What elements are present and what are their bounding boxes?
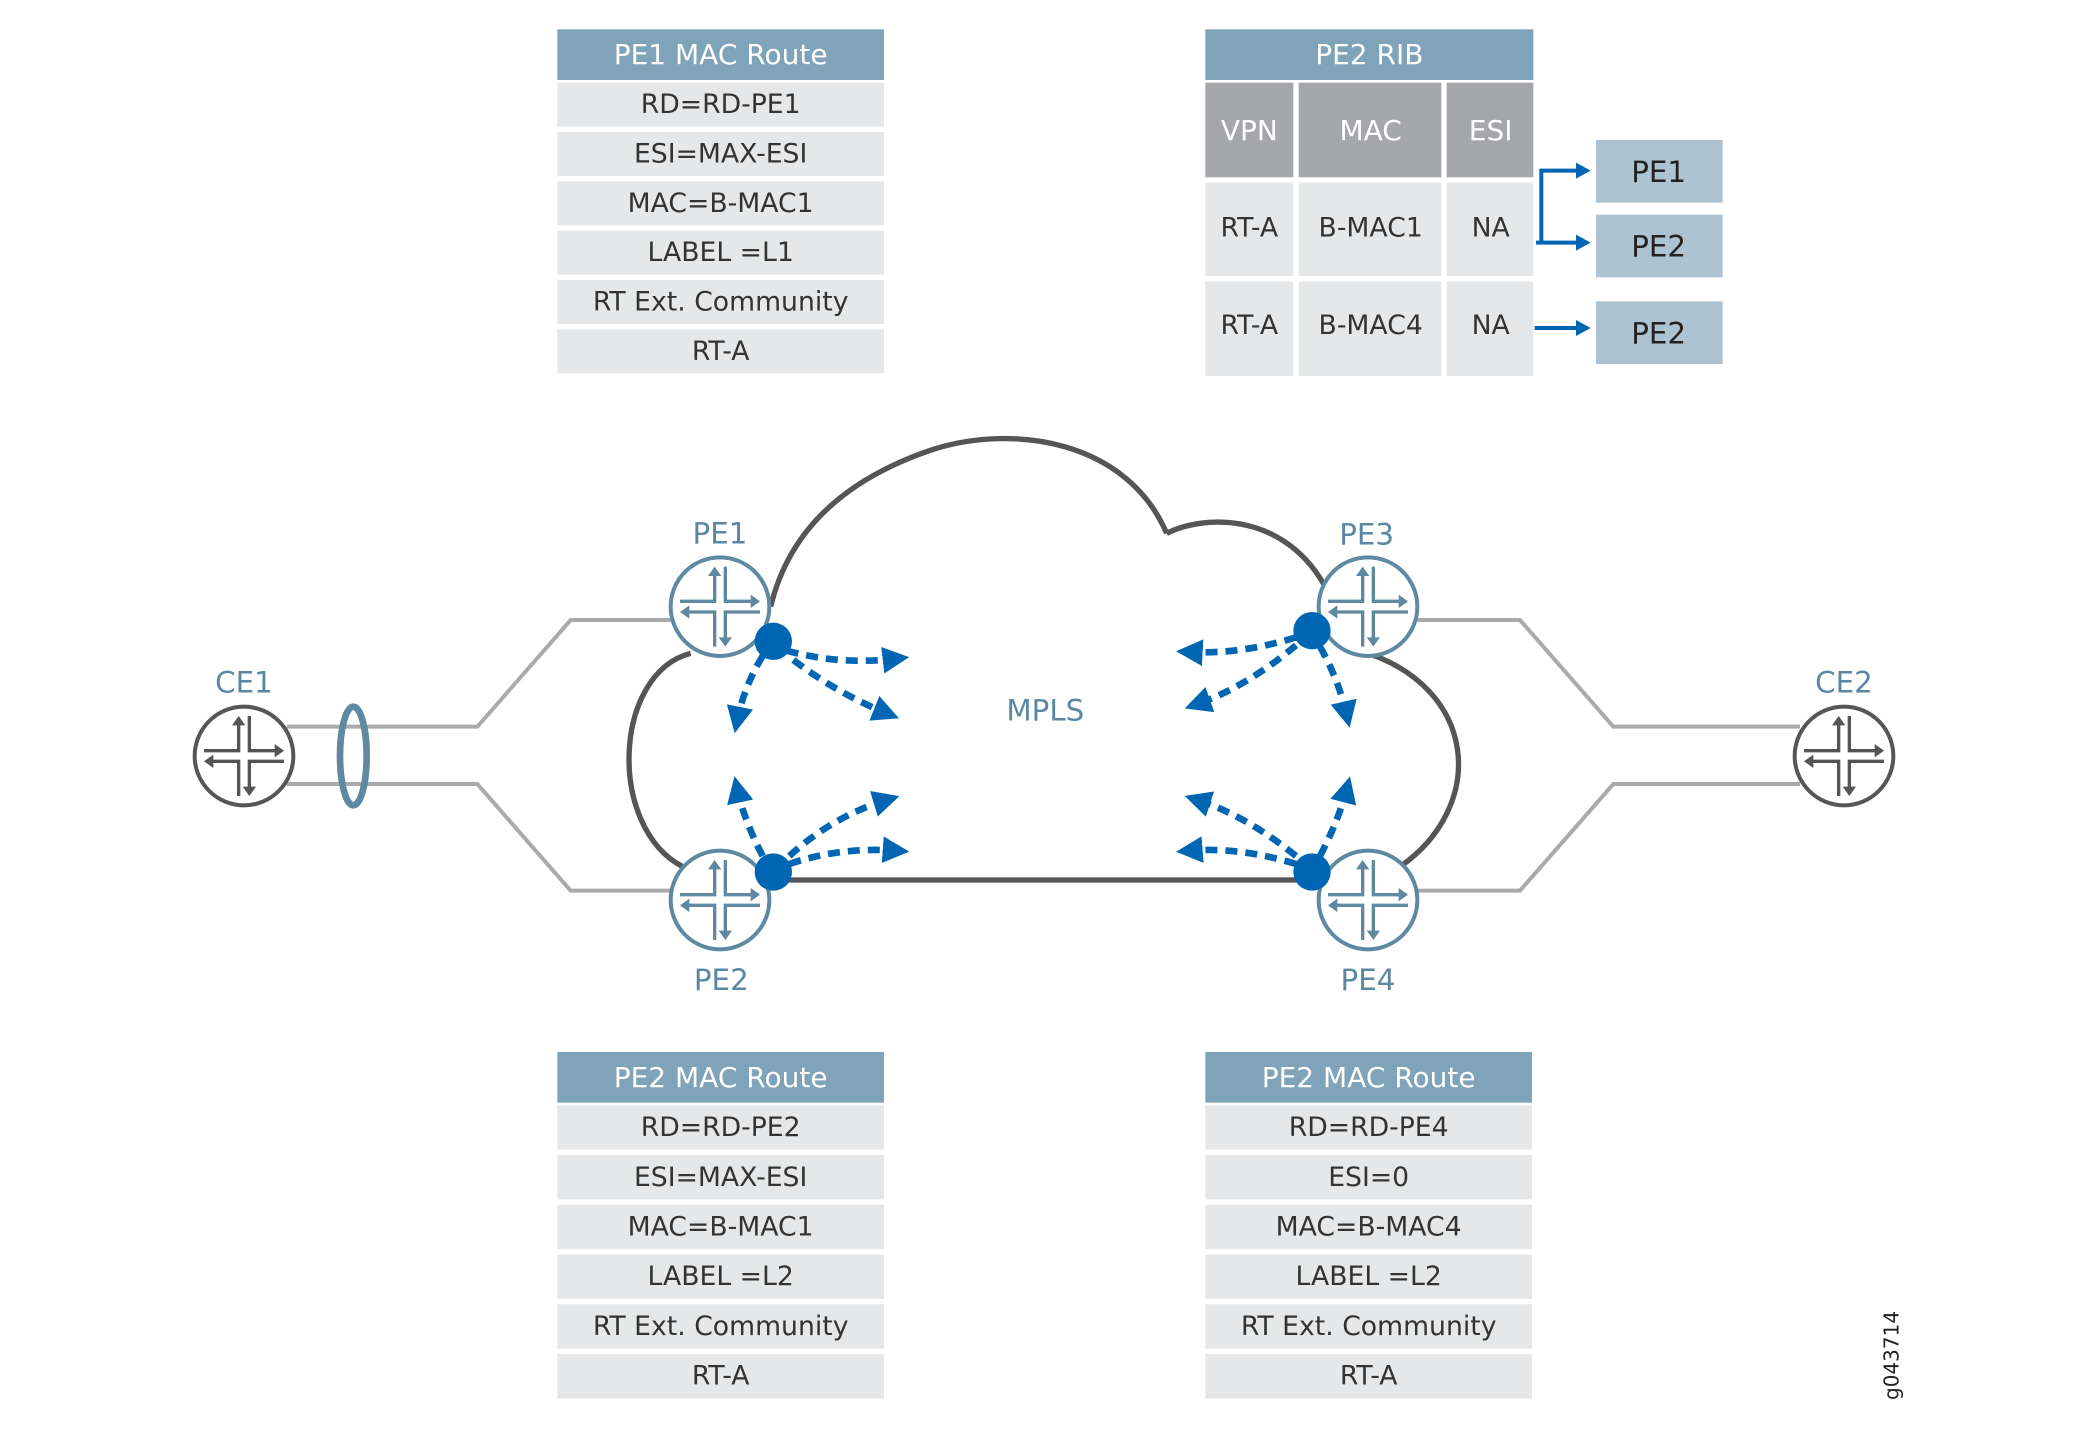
table-cell: ESI=MAX-ESI (634, 1162, 807, 1193)
next-hop-bracket-arrow (1536, 168, 1580, 245)
pe3-label: PE3 (1339, 518, 1394, 552)
pe2-rib-table: PE2 RIB VPN MAC ESI RT-A B-MAC1 NA RT-A … (1205, 29, 1723, 376)
dashed-arrow (1176, 836, 1297, 868)
route-advertisements (726, 612, 1357, 891)
pe4-label: PE4 (1341, 963, 1396, 997)
table-cell: ESI=0 (1328, 1162, 1409, 1193)
dashed-arrow (788, 836, 910, 868)
table-cell: RT-A (692, 336, 750, 367)
arrow-head (1576, 162, 1591, 336)
mac-route-table: PE2 MAC Route RD=RD-PE4 ESI=0 MAC=B-MAC4 LAB… (1205, 1052, 1532, 1399)
next-hop-label: PE2 (1631, 230, 1686, 264)
table-cell: RT Ext. Community (593, 287, 849, 318)
ce1-router-icon (192, 704, 296, 808)
rib-col-mac: MAC (1339, 114, 1401, 147)
pe1-label: PE1 (693, 516, 748, 550)
table-title: PE2 MAC Route (1262, 1061, 1476, 1094)
pe3-es-dot (1293, 612, 1331, 650)
rib-cell: B-MAC4 (1319, 310, 1423, 341)
dashed-arrow (1317, 776, 1357, 858)
lag-bundle-ellipse (336, 703, 370, 809)
pe2-es-dot (754, 853, 792, 891)
table-title: PE1 MAC Route (614, 38, 828, 71)
evpn-diagram: PE1 MAC Route RD=RD-PE1 ESI=MAX-ESI MAC=B-M… (192, 29, 1904, 1400)
table-title: PE2 MAC Route (614, 1061, 828, 1094)
pe1-es-dot (754, 622, 792, 660)
table-cell: RT-A (692, 1361, 750, 1392)
dashed-arrow (791, 657, 900, 721)
dashed-arrow (1317, 645, 1357, 728)
mpls-cloud: MPLS (626, 435, 1462, 883)
dashed-arrow (1176, 634, 1297, 667)
table-cell: RT Ext. Community (1241, 1311, 1497, 1342)
rib-col-vpn: VPN (1221, 114, 1278, 147)
rib-cell: NA (1472, 213, 1511, 244)
rib-cell: RT-A (1220, 213, 1278, 244)
rib-cell: B-MAC1 (1319, 213, 1423, 244)
ce1-label: CE1 (215, 666, 273, 700)
rib-title: PE2 RIB (1315, 38, 1423, 71)
table-cell: MAC=B-MAC1 (628, 1212, 814, 1243)
dashed-arrow (727, 776, 766, 858)
ce2-router-icon (1792, 704, 1896, 808)
next-hop-label: PE2 (1631, 316, 1686, 350)
mac-route-table: PE1 MAC Route RD=RD-PE1 ESI=MAX-ESI MAC=B-M… (557, 29, 884, 374)
mac-route-table: PE2 MAC Route RD=RD-PE2 ESI=MAX-ESI MAC=B-M… (557, 1052, 884, 1399)
ce2-label: CE2 (1815, 666, 1873, 700)
pe4-router-icon (1316, 848, 1420, 952)
rib-cell: RT-A (1220, 310, 1278, 341)
table-cell: LABEL =L1 (648, 237, 794, 268)
table-cell: RT-A (1340, 1361, 1398, 1392)
table-cell: MAC=B-MAC4 (1276, 1212, 1462, 1243)
table-cell: RD=RD-PE1 (641, 89, 801, 120)
table-cell: LABEL =L2 (648, 1261, 794, 1292)
table-cell: RD=RD-PE4 (1289, 1112, 1449, 1143)
rib-col-esi: ESI (1469, 114, 1513, 147)
pe1-router-icon (668, 555, 772, 658)
pe2-label: PE2 (694, 963, 749, 997)
dashed-arrow (726, 654, 766, 734)
pe3-router-icon (1316, 555, 1420, 658)
rib-cell: NA (1472, 310, 1511, 341)
pe2-router-icon (668, 848, 772, 952)
table-cell: MAC=B-MAC1 (628, 188, 814, 219)
pe4-es-dot (1293, 853, 1331, 891)
table-cell: LABEL =L2 (1296, 1261, 1442, 1292)
mpls-label: MPLS (1006, 694, 1084, 728)
dashed-arrow (785, 647, 910, 674)
table-cell: RD=RD-PE2 (641, 1112, 801, 1143)
figure-id: g043714 (1880, 1311, 1904, 1400)
access-links (286, 618, 1800, 893)
table-cell: RT Ext. Community (593, 1311, 849, 1342)
table-cell: ESI=MAX-ESI (634, 139, 807, 170)
next-hop-label: PE1 (1631, 155, 1686, 189)
